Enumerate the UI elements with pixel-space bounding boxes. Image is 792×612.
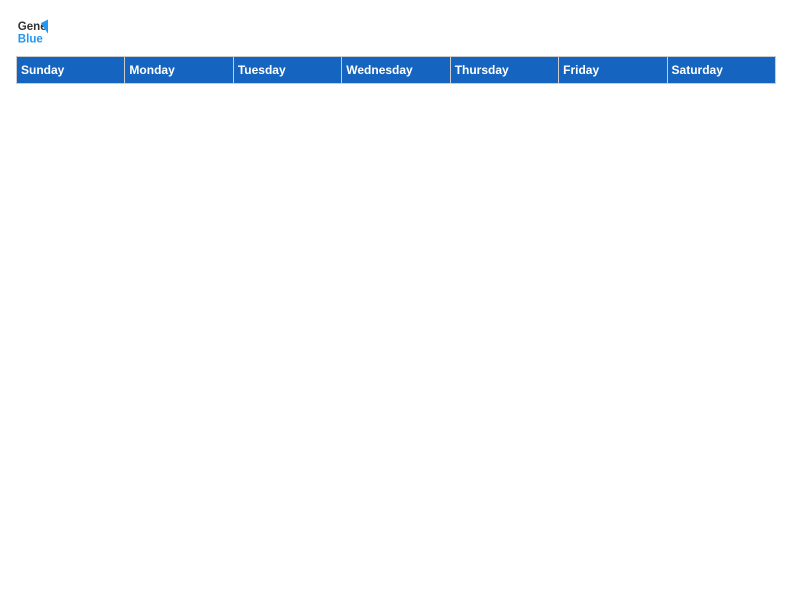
column-header-sunday: Sunday	[17, 57, 125, 84]
calendar-table: SundayMondayTuesdayWednesdayThursdayFrid…	[16, 56, 776, 84]
logo: General Blue	[16, 16, 52, 48]
header: General Blue	[16, 16, 776, 48]
column-header-friday: Friday	[559, 57, 667, 84]
column-header-thursday: Thursday	[450, 57, 558, 84]
svg-text:Blue: Blue	[18, 34, 44, 46]
column-header-monday: Monday	[125, 57, 233, 84]
column-header-tuesday: Tuesday	[233, 57, 341, 84]
logo-icon: General Blue	[16, 16, 48, 48]
column-header-saturday: Saturday	[667, 57, 775, 84]
column-header-wednesday: Wednesday	[342, 57, 450, 84]
header-row: SundayMondayTuesdayWednesdayThursdayFrid…	[17, 57, 776, 84]
